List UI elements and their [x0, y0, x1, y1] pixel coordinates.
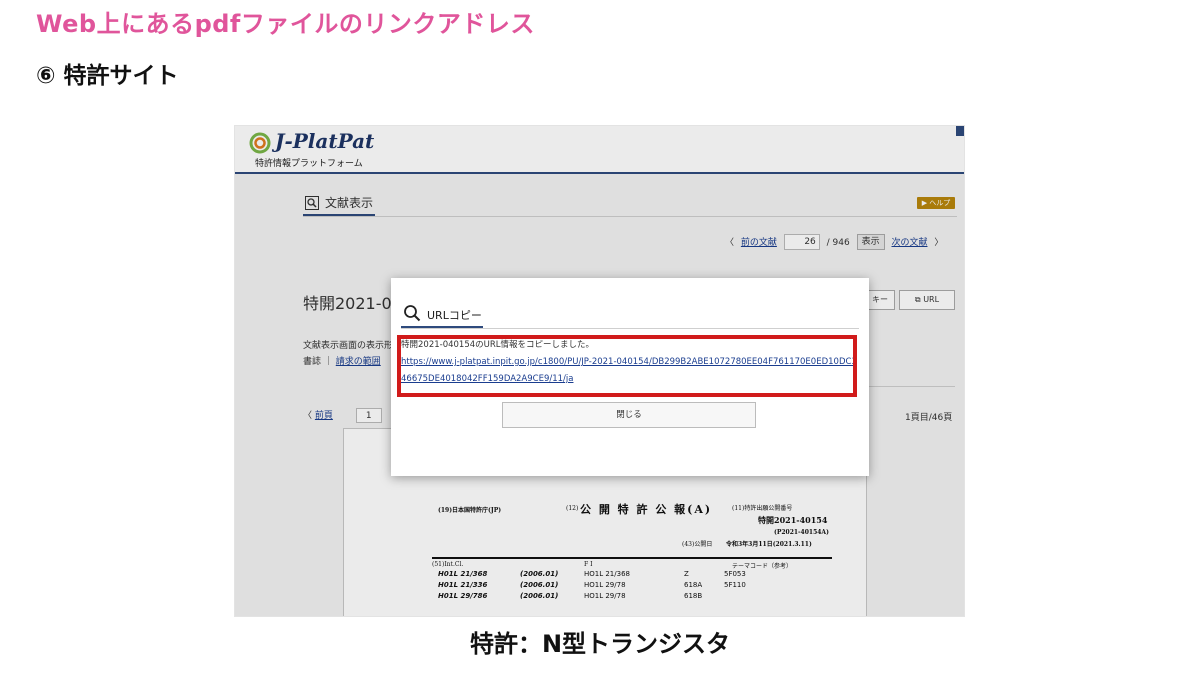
search-icon [404, 305, 421, 322]
slide-subtitle: ⑥ 特許サイト [36, 63, 179, 89]
dialog-divider [401, 328, 859, 329]
slide-title: Web上にあるpdfファイルのリンクアドレス [36, 10, 535, 38]
red-highlight-box [397, 335, 857, 397]
dialog-title: URLコピー [427, 309, 482, 322]
url-copy-dialog: URLコピー 特開2021-040154のURL情報をコピーしました。 http… [391, 278, 869, 476]
slide-caption: 特許：N型トランジスタ [469, 630, 731, 658]
jplatpat-screenshot: J-PlatPat 特許情報プラットフォーム 文献表示 ▶ ヘルプ 〈 前の文献… [234, 125, 965, 617]
close-button[interactable]: 閉じる [502, 402, 756, 428]
